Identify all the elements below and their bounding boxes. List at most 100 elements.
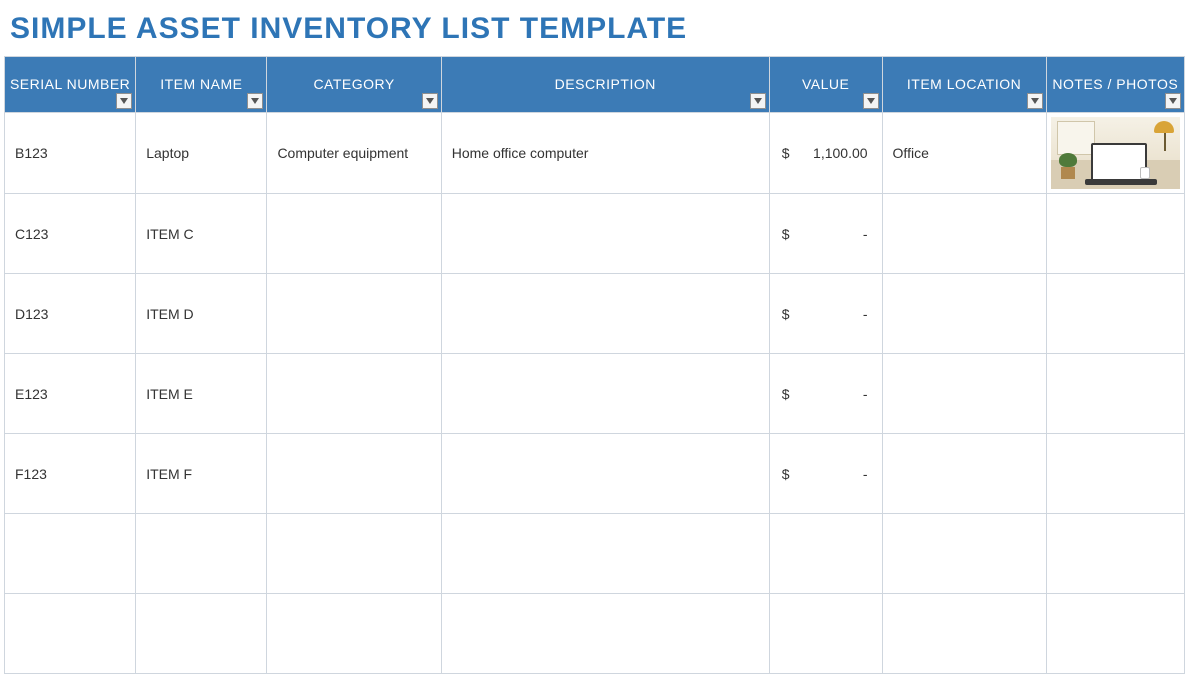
table-row bbox=[5, 594, 1185, 674]
cell-serial-text: E123 bbox=[15, 386, 48, 402]
cell-item-name-text: ITEM D bbox=[146, 306, 193, 322]
cell-value[interactable] bbox=[769, 594, 882, 674]
cell-location[interactable] bbox=[882, 514, 1046, 594]
column-header-label: ITEM LOCATION bbox=[883, 76, 1046, 93]
cell-value[interactable]: $- bbox=[769, 434, 882, 514]
filter-dropdown-category[interactable] bbox=[422, 93, 438, 109]
asset-photo bbox=[1051, 117, 1180, 189]
cell-item-name[interactable]: Laptop bbox=[136, 113, 267, 194]
filter-dropdown-notes[interactable] bbox=[1165, 93, 1181, 109]
cell-description[interactable] bbox=[441, 354, 769, 434]
currency-symbol: $ bbox=[782, 466, 790, 482]
cell-notes-photos[interactable] bbox=[1046, 514, 1184, 594]
cell-description[interactable] bbox=[441, 594, 769, 674]
cell-item-name-text: Laptop bbox=[146, 145, 189, 161]
cell-notes-photos[interactable] bbox=[1046, 194, 1184, 274]
cell-description[interactable]: Home office computer bbox=[441, 113, 769, 194]
currency-symbol: $ bbox=[782, 145, 790, 161]
column-header-label: VALUE bbox=[770, 76, 882, 93]
table-row: D123ITEM D$- bbox=[5, 274, 1185, 354]
cell-item-name[interactable]: ITEM F bbox=[136, 434, 267, 514]
cell-notes-photos[interactable] bbox=[1046, 274, 1184, 354]
filter-dropdown-value[interactable] bbox=[863, 93, 879, 109]
cell-item-name[interactable]: ITEM D bbox=[136, 274, 267, 354]
filter-dropdown-desc[interactable] bbox=[750, 93, 766, 109]
currency-symbol: $ bbox=[782, 226, 790, 242]
column-header-label: DESCRIPTION bbox=[442, 76, 769, 93]
column-header-label: SERIAL NUMBER bbox=[5, 76, 135, 93]
cell-category[interactable] bbox=[267, 274, 441, 354]
table-row: B123 Laptop Computer equipment Home office … bbox=[5, 113, 1185, 194]
value-amount: - bbox=[863, 466, 868, 482]
cell-serial[interactable]: F123 bbox=[5, 434, 136, 514]
cell-notes-photos[interactable] bbox=[1046, 354, 1184, 434]
cell-description[interactable] bbox=[441, 434, 769, 514]
cell-value[interactable]: $- bbox=[769, 274, 882, 354]
column-header-label: NOTES / PHOTOS bbox=[1047, 76, 1184, 93]
cell-notes-photos[interactable] bbox=[1046, 113, 1184, 194]
cell-category[interactable] bbox=[267, 594, 441, 674]
column-header-location: ITEM LOCATION bbox=[882, 57, 1046, 113]
cell-location[interactable] bbox=[882, 434, 1046, 514]
table-row: F123ITEM F$- bbox=[5, 434, 1185, 514]
cell-serial-text: D123 bbox=[15, 306, 48, 322]
filter-dropdown-item[interactable] bbox=[247, 93, 263, 109]
cell-category[interactable] bbox=[267, 354, 441, 434]
cell-description[interactable] bbox=[441, 274, 769, 354]
cell-item-name-text: ITEM E bbox=[146, 386, 193, 402]
cell-location-text: Office bbox=[893, 145, 929, 161]
cell-item-name-text: ITEM C bbox=[146, 226, 193, 242]
cell-item-name[interactable] bbox=[136, 594, 267, 674]
column-header-desc: DESCRIPTION bbox=[441, 57, 769, 113]
column-header-value: VALUE bbox=[769, 57, 882, 113]
cell-description[interactable] bbox=[441, 514, 769, 594]
cell-item-name[interactable]: ITEM C bbox=[136, 194, 267, 274]
cell-location[interactable] bbox=[882, 274, 1046, 354]
cell-location[interactable]: Office bbox=[882, 113, 1046, 194]
cell-serial[interactable]: C123 bbox=[5, 194, 136, 274]
column-header-item: ITEM NAME bbox=[136, 57, 267, 113]
value-amount: - bbox=[863, 226, 868, 242]
cell-serial[interactable]: E123 bbox=[5, 354, 136, 434]
cell-value[interactable]: $- bbox=[769, 194, 882, 274]
cell-notes-photos[interactable] bbox=[1046, 434, 1184, 514]
column-header-notes: NOTES / PHOTOS bbox=[1046, 57, 1184, 113]
currency-symbol: $ bbox=[782, 306, 790, 322]
cell-category[interactable]: Computer equipment bbox=[267, 113, 441, 194]
table-row bbox=[5, 514, 1185, 594]
cell-value[interactable] bbox=[769, 514, 882, 594]
filter-dropdown-location[interactable] bbox=[1027, 93, 1043, 109]
column-header-category: CATEGORY bbox=[267, 57, 441, 113]
cell-value[interactable]: $- bbox=[769, 354, 882, 434]
cell-category[interactable] bbox=[267, 514, 441, 594]
cell-description[interactable] bbox=[441, 194, 769, 274]
value-amount: - bbox=[863, 306, 868, 322]
currency-symbol: $ bbox=[782, 386, 790, 402]
cell-serial-text: F123 bbox=[15, 466, 47, 482]
inventory-table: SERIAL NUMBERITEM NAMECATEGORYDESCRIPTIO… bbox=[4, 56, 1185, 674]
cell-serial[interactable]: D123 bbox=[5, 274, 136, 354]
table-row: E123ITEM E$- bbox=[5, 354, 1185, 434]
value-amount: - bbox=[863, 386, 868, 402]
cell-serial[interactable] bbox=[5, 514, 136, 594]
cell-category-text: Computer equipment bbox=[277, 145, 408, 161]
column-header-serial: SERIAL NUMBER bbox=[5, 57, 136, 113]
page-title: SIMPLE ASSET INVENTORY LIST TEMPLATE bbox=[0, 0, 1189, 56]
cell-location[interactable] bbox=[882, 354, 1046, 434]
cell-serial[interactable]: B123 bbox=[5, 113, 136, 194]
filter-dropdown-serial[interactable] bbox=[116, 93, 132, 109]
cell-item-name[interactable] bbox=[136, 514, 267, 594]
cell-description-text: Home office computer bbox=[452, 145, 589, 161]
cell-location[interactable] bbox=[882, 594, 1046, 674]
cell-value[interactable]: $1,100.00 bbox=[769, 113, 882, 194]
cell-serial[interactable] bbox=[5, 594, 136, 674]
cell-category[interactable] bbox=[267, 194, 441, 274]
cell-location[interactable] bbox=[882, 194, 1046, 274]
value-amount: 1,100.00 bbox=[813, 145, 868, 161]
column-header-label: CATEGORY bbox=[267, 76, 440, 93]
cell-serial-text: B123 bbox=[15, 145, 48, 161]
cell-notes-photos[interactable] bbox=[1046, 594, 1184, 674]
cell-item-name[interactable]: ITEM E bbox=[136, 354, 267, 434]
cell-serial-text: C123 bbox=[15, 226, 48, 242]
cell-category[interactable] bbox=[267, 434, 441, 514]
